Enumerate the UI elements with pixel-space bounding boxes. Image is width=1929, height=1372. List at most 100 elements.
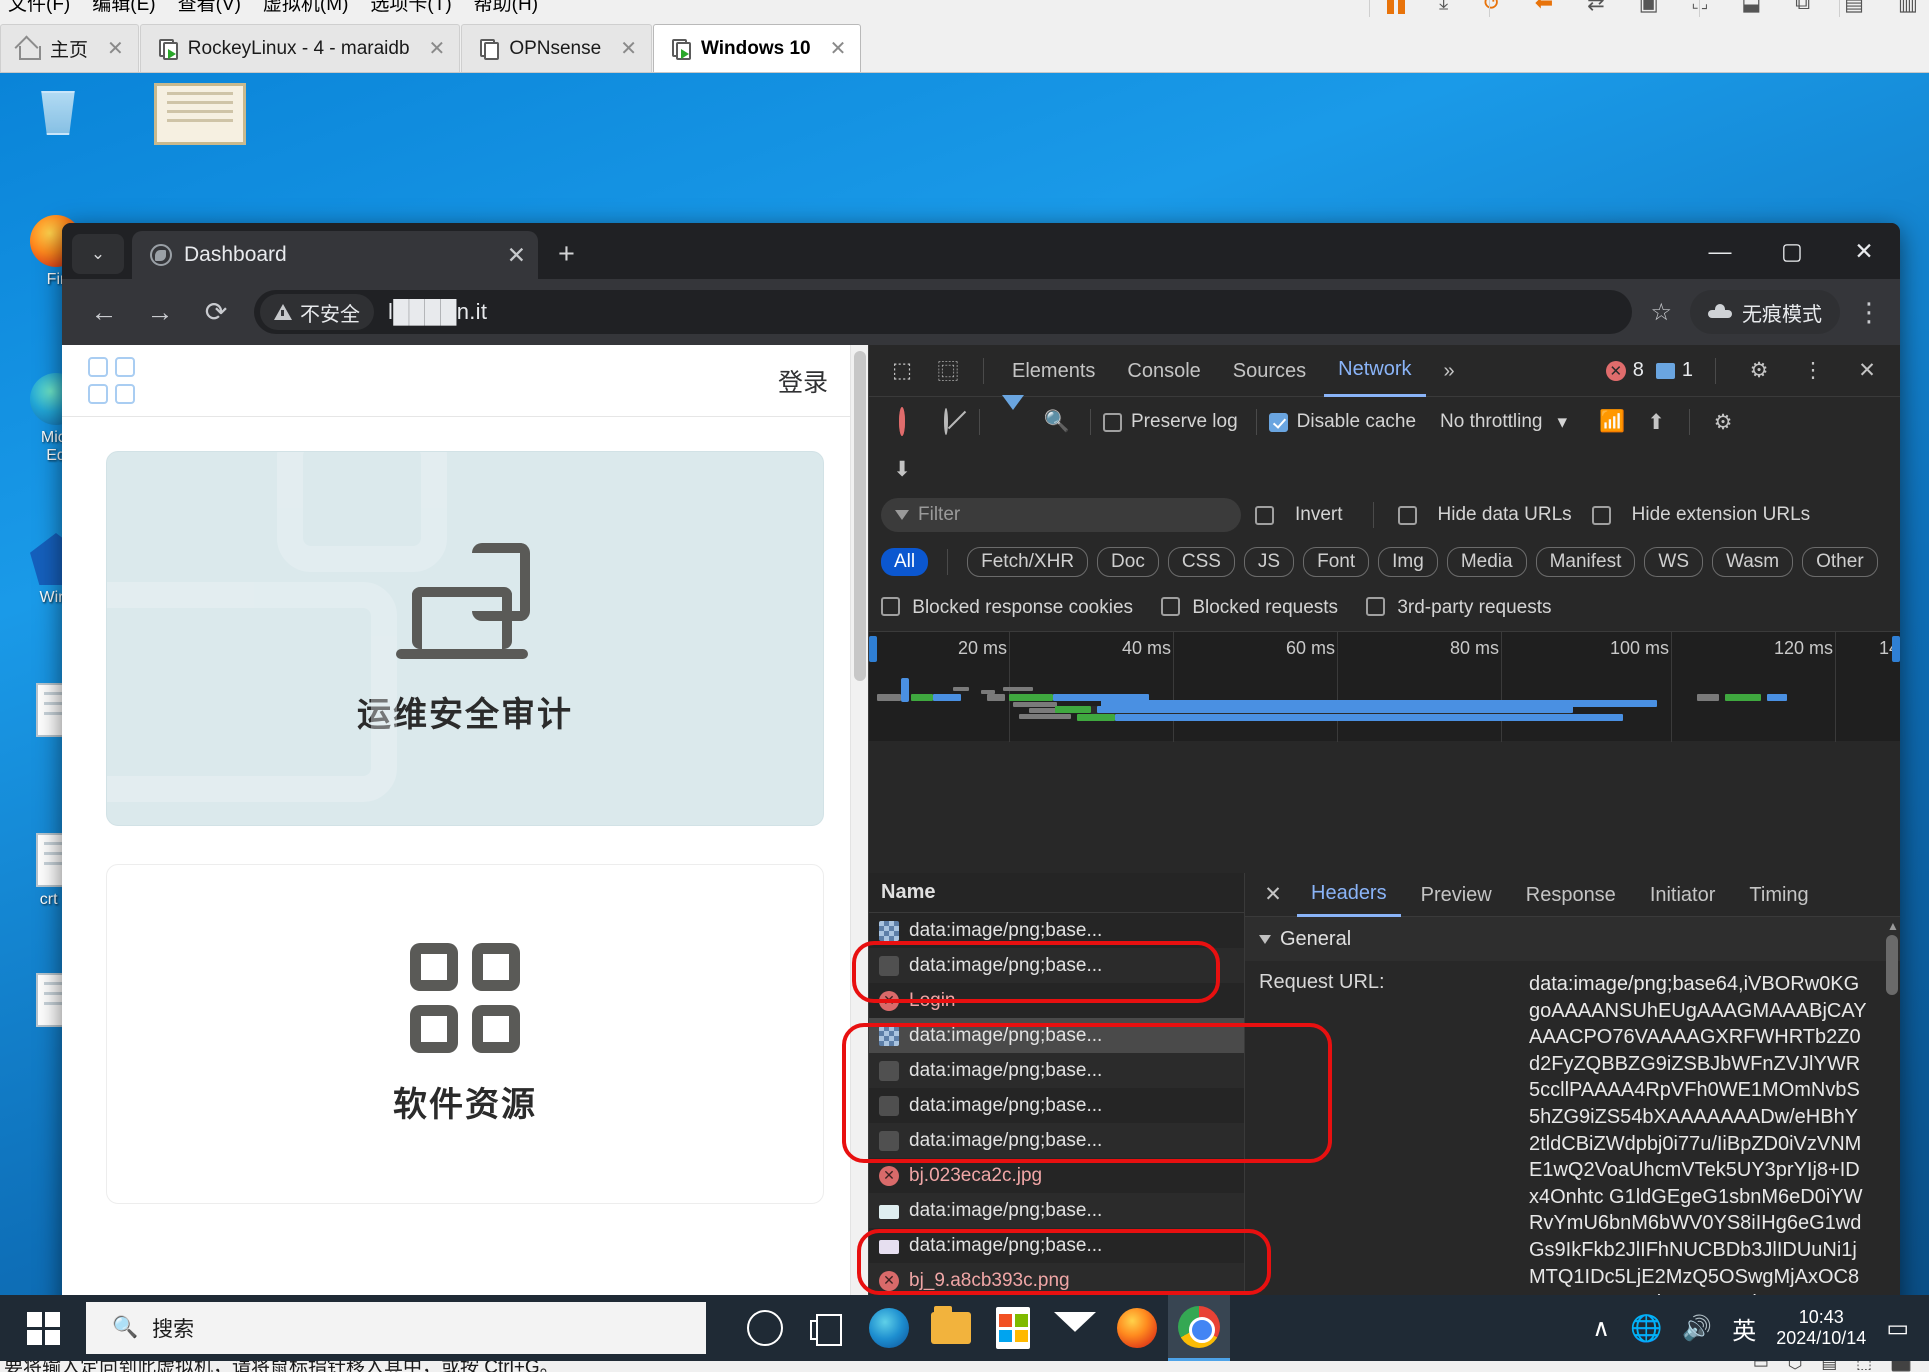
invert-checkbox[interactable] [1255,506,1274,525]
forward-button[interactable]: → [132,297,188,328]
close-icon[interactable]: ✕ [620,36,637,61]
volume-icon[interactable]: 🔊 [1682,1314,1712,1343]
preserve-log-checkbox[interactable] [1103,413,1122,432]
chip-fetch-xhr[interactable]: Fetch/XHR [967,547,1088,577]
login-link[interactable]: 登录 [778,363,828,399]
hide-extension-urls-checkbox[interactable] [1592,506,1611,525]
multi-monitor-icon[interactable]: ⧉ [1795,0,1810,15]
chip-js[interactable]: JS [1244,547,1294,577]
chip-media[interactable]: Media [1447,547,1527,577]
vm-tab-windows10[interactable]: Windows 10 ✕ [653,24,861,72]
card-software-resources[interactable]: 软件资源 [106,864,824,1204]
throttling-select[interactable]: No throttling [1440,411,1542,433]
tab-elements[interactable]: Elements [998,346,1109,396]
bookmark-star-icon[interactable]: ☆ [1650,298,1672,327]
menu-edit[interactable]: 编辑(E) [92,0,155,16]
stretch-icon[interactable]: ⬓ [1741,0,1761,16]
wifi-icon[interactable]: 📶 [1591,410,1633,434]
close-icon[interactable]: ✕ [107,36,124,61]
tab-preview[interactable]: Preview [1407,874,1506,916]
chrome-tab-dashboard[interactable]: Dashboard ✕ [132,231,538,279]
warning-count-badge[interactable]: 1 [1656,359,1693,382]
firefox-button[interactable] [1106,1295,1168,1361]
gear-icon[interactable]: ⚙ [1738,358,1780,383]
cortana-button[interactable] [734,1295,796,1361]
clear-button[interactable] [925,410,967,434]
tab-console[interactable]: Console [1113,346,1214,396]
address-bar[interactable]: 不安全 l████n.it [254,290,1632,334]
security-badge[interactable]: 不安全 [260,294,374,330]
device-toolbar-icon[interactable]: ⿴ [927,356,969,386]
start-button[interactable] [0,1295,86,1361]
tab-sources[interactable]: Sources [1219,346,1320,396]
network-settings-gear-icon[interactable]: ⚙ [1702,410,1744,435]
chip-font[interactable]: Font [1303,547,1369,577]
incognito-indicator[interactable]: 无痕模式 [1690,290,1840,334]
chip-ws[interactable]: WS [1644,547,1703,577]
network-icon[interactable]: 🌐 [1630,1313,1662,1344]
console-icon[interactable]: ▥ [1898,0,1918,16]
vm-tab-rockeylinux[interactable]: RockeyLinux - 4 - maraidb ✕ [140,24,461,72]
back-arrow-icon[interactable]: ⬅ [1535,0,1553,16]
scrollbar-thumb[interactable] [854,351,866,681]
tab-initiator[interactable]: Initiator [1636,874,1730,916]
chevron-down-icon[interactable]: ▾ [1557,411,1567,434]
close-icon[interactable]: ✕ [507,242,526,269]
table-row[interactable]: ✕ Login [869,983,1244,1018]
revert-icon[interactable]: ↺ [1482,0,1500,16]
more-tabs-button[interactable]: » [1430,346,1469,396]
inspect-element-icon[interactable]: ⬚ [881,358,923,383]
overview-left-handle[interactable] [869,636,877,662]
chip-all[interactable]: All [881,548,928,576]
close-detail-icon[interactable]: ✕ [1255,882,1291,907]
vm-tab-opnsense[interactable]: OPNsense ✕ [461,24,652,72]
chrome-button[interactable] [1168,1295,1230,1361]
mail-button[interactable] [1044,1295,1106,1361]
ime-indicator[interactable]: 英 [1732,1311,1756,1346]
disable-cache-checkbox[interactable] [1269,413,1288,432]
table-row[interactable]: data:image/png;base... [869,1018,1244,1053]
menu-help[interactable]: 帮助(H) [474,0,538,16]
detail-scrollbar[interactable]: ▲ ▼ [1886,923,1898,1295]
table-row[interactable]: ✕ bj_9.a8cb393c.png [869,1263,1244,1295]
table-row[interactable]: data:image/png;base... [869,1053,1244,1088]
grid-logo-icon[interactable] [88,357,135,404]
minimize-button[interactable]: — [1684,238,1756,265]
table-row[interactable]: ✕ bj.023eca2c.jpg [869,1158,1244,1193]
network-overview-waterfall[interactable]: 20 ms 40 ms 60 ms 80 ms 100 ms 120 ms 14 [869,631,1900,741]
task-view-button[interactable] [796,1295,858,1361]
new-tab-button[interactable]: + [558,238,575,271]
desktop-icon-frame[interactable] [140,83,260,149]
blocked-requests-checkbox[interactable] [1161,597,1180,616]
error-count-badge[interactable]: ✕ 8 [1606,359,1644,382]
chip-other[interactable]: Other [1802,547,1878,577]
scroll-up-arrow-icon[interactable]: ▲ [1887,919,1899,933]
blocked-response-cookies-checkbox[interactable] [881,597,900,616]
menu-tabs[interactable]: 选项卡(T) [370,0,451,16]
chrome-menu-button[interactable]: ⋮ [1856,297,1882,328]
table-row[interactable]: data:image/png;base... [869,1123,1244,1158]
tab-network[interactable]: Network [1324,345,1425,397]
overview-right-handle[interactable] [1892,636,1900,662]
menu-view[interactable]: 查看(V) [178,0,241,16]
taskbar-clock[interactable]: 10:43 2024/10/14 [1776,1307,1866,1348]
unity-icon[interactable]: ▣ [1639,0,1659,16]
export-har-icon[interactable]: ⬇ [881,457,923,482]
action-center-icon[interactable]: ▭ [1886,1314,1909,1343]
page-scrollbar[interactable]: ▲ ▼ [850,345,868,1295]
search-input[interactable]: 🔍 搜索 [86,1302,706,1354]
hide-data-urls-checkbox[interactable] [1398,506,1417,525]
general-section-header[interactable]: General [1245,917,1900,961]
filter-input[interactable]: Filter [881,498,1241,532]
table-row[interactable]: data:image/png;base... [869,1193,1244,1228]
chip-manifest[interactable]: Manifest [1536,547,1636,577]
menu-vm[interactable]: 虚拟机(M) [263,0,348,16]
record-button[interactable] [881,410,923,434]
chip-img[interactable]: Img [1378,547,1438,577]
vm-tab-home[interactable]: 主页 ✕ [0,24,139,72]
scrollbar-thumb[interactable] [1886,935,1898,995]
sidebar-toggle-icon[interactable]: ▤ [1844,0,1864,16]
table-row[interactable]: data:image/png;base... [869,1228,1244,1263]
import-har-icon[interactable]: ⬆ [1635,410,1677,435]
microsoft-store-button[interactable] [982,1295,1044,1361]
